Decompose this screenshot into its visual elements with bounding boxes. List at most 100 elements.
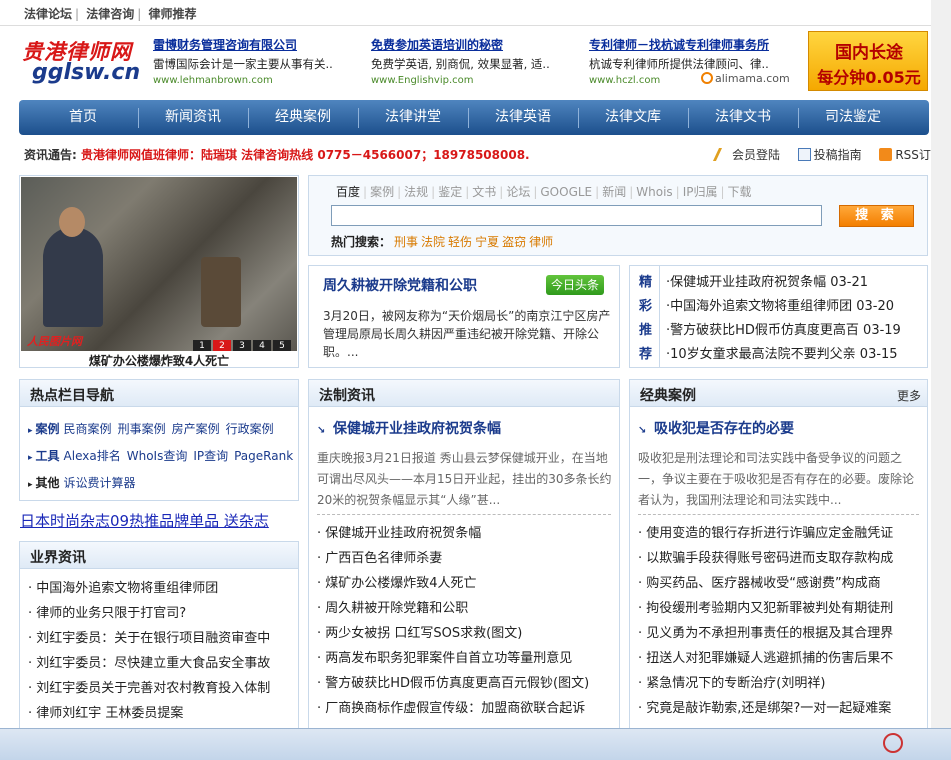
hot-nav-link[interactable]: 房产案例 [172,422,220,436]
search-button[interactable]: 搜 索 [839,205,914,227]
list-item[interactable]: · 拘役缓刑考验期内又犯新罪被判处有期徒刑 [638,596,922,621]
list-item[interactable]: · 购买药品、医疗器械收受“感谢费”构成商 [638,571,922,596]
alimama-logo[interactable]: alimama.com [701,72,790,90]
hot-keyword[interactable]: 盗窃 [502,235,526,249]
alimama-icon [701,72,713,84]
list-item[interactable]: · 刘红宇委员关于完善对农村教育投入体制 [28,676,270,701]
nav-cases[interactable]: 经典案例 [248,100,358,135]
nav-documents[interactable]: 法律文书 [688,100,798,135]
headline-panel: 周久耕被开除党籍和公职 今日头条 3月20日，被网友称为“天价烟局长”的南京江宁… [308,265,620,368]
document-icon [797,148,811,161]
hot-nav-link[interactable]: IP查询 [193,449,228,463]
nav-lectures[interactable]: 法律讲堂 [358,100,468,135]
arrow-right-icon: ▸ [28,480,33,490]
hot-nav-link[interactable]: 诉讼费计算器 [64,476,136,490]
search-tab[interactable]: 鉴定 [438,185,462,199]
search-tab[interactable]: GOOGLE [540,185,592,199]
list-item[interactable]: · 扭送人对犯罪嫌疑人逃避抓捕的伤害后果不 [638,646,922,671]
hot-keyword[interactable]: 轻伤 [448,235,472,249]
panel-title: 经典案例 [640,388,696,404]
today-headline-badge: 今日头条 [546,275,604,295]
list-item[interactable]: ·10岁女童求最高法院不要判父亲 03-15 [666,343,901,367]
lead-article-summary: 重庆晚报3月21日报道 秀山县云梦保健城开业，在当地可谓出尽风头——本月15日开… [317,451,612,507]
list-item[interactable]: · 紧急情况下的专断治疗(刘明祥) [638,671,922,696]
lead-article-title[interactable]: ↘ 保健城开业挂政府祝贺条幅 [317,418,501,438]
panel-title: 业界资讯 [30,550,86,566]
hot-keyword[interactable]: 刑事 [394,235,418,249]
hot-nav-link[interactable]: PageRank [234,449,293,463]
slide-page[interactable]: 3 [233,340,251,351]
hot-nav-link[interactable]: 行政案例 [226,422,274,436]
search-tab[interactable]: Whois [636,185,672,199]
list-item[interactable]: ·警方破获比HD假币仿真度更高百 03-19 [666,319,901,343]
list-item[interactable]: · 保健城开业挂政府祝贺条幅 [317,521,613,546]
list-item[interactable]: · 警方破获比HD假币仿真度更高百元假钞(图文) [317,671,613,696]
ad-item[interactable]: 雷博财务管理咨询有限公司 雷博国际会计是一家主要从事有关.. www.lehma… [153,36,363,92]
nav-news[interactable]: 新闻资讯 [138,100,248,135]
slide-page-active[interactable]: 2 [213,340,231,351]
list-item[interactable]: · 两少女被拐 口红写SOS求救(图文) [317,621,613,646]
list-item[interactable]: · 两高发布职务犯罪案件自首立功等量刑意见 [317,646,613,671]
search-input[interactable] [331,205,822,226]
hot-nav-link[interactable]: 民商案例 [64,422,112,436]
list-item[interactable]: · 律师刘红宇 王林委员提案 [28,701,270,726]
nav-appraisal[interactable]: 司法鉴定 [798,100,908,135]
search-tab[interactable]: 论坛 [506,185,530,199]
search-tab[interactable]: 文书 [472,185,496,199]
list-item[interactable]: · 广西百色名律师杀妻 [317,546,613,571]
logo-en: gglsw.cn [32,60,141,85]
list-item[interactable]: · 煤矿办公楼爆炸致4人死亡 [317,571,613,596]
hot-nav-link[interactable]: 刑事案例 [118,422,166,436]
top-link-recommend[interactable]: 律师推荐 [149,7,197,21]
list-item[interactable]: ·中国海外追索文物将重组律师团 03-20 [666,295,901,319]
divider [638,514,919,515]
list-item[interactable]: ·保健城开业挂政府祝贺条幅 03-21 [666,271,901,295]
hot-nav-link[interactable]: Alexa排名 [64,449,121,463]
search-tab[interactable]: IP归属 [683,185,718,199]
list-item[interactable]: · 见义勇为不承担刑事责任的根据及其合理界 [638,621,922,646]
search-tab-baidu[interactable]: 百度 [336,185,360,199]
lead-article-title[interactable]: ↘ 吸收犯是否存在的必要 [638,418,794,438]
search-tab[interactable]: 新闻 [602,185,626,199]
arrow-icon: ↘ [317,425,326,436]
nav-home[interactable]: 首页 [28,100,138,135]
site-logo[interactable]: 贵港律师网 gglsw.cn [22,36,141,88]
headline-title[interactable]: 周久耕被开除党籍和公职 [323,275,477,295]
login-link[interactable]: 会员登陆 [732,148,780,162]
list-item[interactable]: · 中国海外追索文物将重组律师团 [28,576,270,601]
arrow-icon: ↘ [638,425,647,436]
slide-page[interactable]: 5 [273,340,291,351]
slide-page[interactable]: 1 [193,340,211,351]
list-item[interactable]: · 刘红宇委员：尽快建立重大食品安全事故 [28,651,270,676]
list-item[interactable]: · 刘红宇委员：关于在银行项目融资审查中 [28,626,270,651]
list-item[interactable]: · 周久耕被开除党籍和公职 [317,596,613,621]
news-photo[interactable]: 人民图片网 12345 [21,177,297,351]
tray-icon[interactable] [883,733,903,753]
search-tab[interactable]: 下载 [728,185,752,199]
slide-page[interactable]: 4 [253,340,271,351]
top-link-forum[interactable]: 法律论坛 [24,7,72,21]
list-item[interactable]: · 使用变造的银行存折进行诈骗应定金融凭证 [638,521,922,546]
promo-link[interactable]: 日本时尚杂志09热推品牌单品 送杂志 [20,510,269,531]
photo-caption[interactable]: 煤矿办公楼爆炸致4人死亡 [20,352,298,369]
nav-english[interactable]: 法律英语 [468,100,578,135]
vertical-scrollbar[interactable] [931,0,951,728]
submit-guide-link[interactable]: 投稿指南 [814,148,862,162]
long-distance-banner[interactable]: 国内长途 每分钟0.05元 [808,31,928,91]
hot-keyword[interactable]: 律师 [529,235,553,249]
more-link[interactable]: 更多 [897,387,921,404]
list-item[interactable]: · 究竟是敲诈勒索,还是绑架?一对一起疑难案 [638,696,922,721]
nav-library[interactable]: 法律文库 [578,100,688,135]
top-link-consult[interactable]: 法律咨询 [86,7,134,21]
list-item[interactable]: · 以欺骗手段获得账号密码进而支取存款构成 [638,546,922,571]
list-item[interactable]: · 厂商换商标作虚假宣传级：加盟商欲联合起诉 [317,696,613,721]
hot-nav-row: ▸ 其他 诉讼费计算器 [28,476,136,490]
hot-keyword[interactable]: 法院 [421,235,445,249]
hot-keyword[interactable]: 宁夏 [475,235,499,249]
search-tab[interactable]: 案例 [370,185,394,199]
ad-item[interactable]: 免费参加英语培训的秘密 免费学英语, 别商侃, 效果显著, 适.. www.En… [371,36,581,92]
hot-nav-link[interactable]: WhoIs查询 [127,449,188,463]
photo-slideshow: 人民图片网 12345 煤矿办公楼爆炸致4人死亡 [19,175,299,368]
search-tab[interactable]: 法规 [404,185,428,199]
list-item[interactable]: · 律师的业务只限于打官司? [28,601,270,626]
